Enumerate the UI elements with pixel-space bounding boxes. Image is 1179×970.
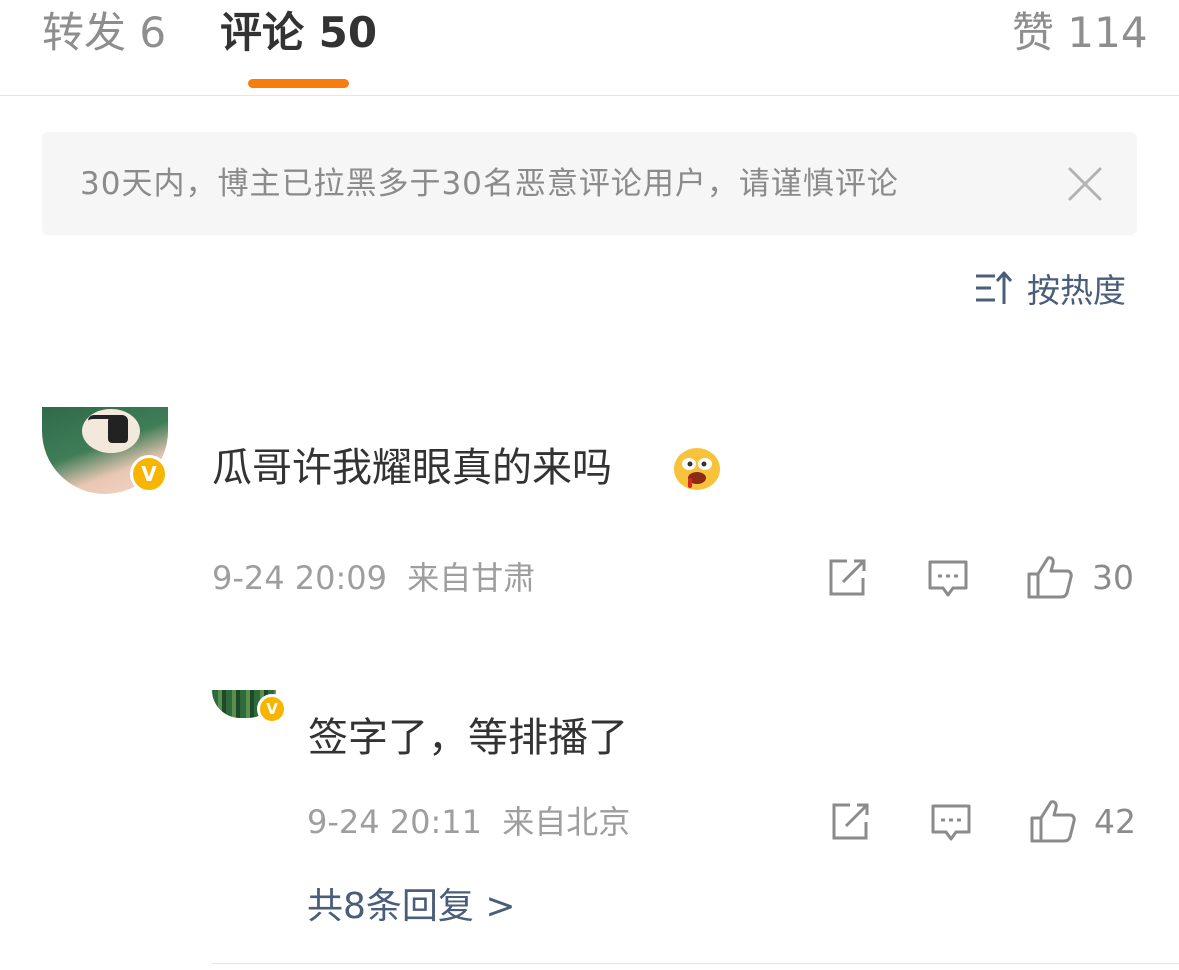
reply-meta: 9-24 20:11 来自北京 [307, 802, 630, 842]
sort-label: 按热度 [1027, 271, 1126, 310]
notice-banner: 30天内，博主已拉黑多于30名恶意评论用户，请谨慎评论 [42, 132, 1137, 235]
tab-likes[interactable]: 赞 114 [1012, 8, 1148, 58]
verified-badge-icon: V [130, 455, 168, 493]
tab-repost-label: 转发 [42, 8, 127, 57]
comment-icon[interactable] [929, 800, 973, 844]
like-icon[interactable] [1029, 798, 1077, 844]
header-divider [0, 95, 1179, 96]
sort-by-hot-button[interactable]: 按热度 [975, 266, 1126, 310]
emoji-icon [672, 445, 722, 491]
tab-comments[interactable]: 评论 50 [220, 8, 377, 58]
like-count: 30 [1092, 558, 1134, 597]
reply-date: 9-24 20:11 [307, 803, 483, 841]
more-replies-link[interactable]: 共8条回复 > [307, 883, 516, 931]
tab-repost[interactable]: 转发 6 [42, 8, 166, 58]
close-icon[interactable] [1066, 165, 1104, 203]
active-tab-indicator [248, 79, 349, 88]
comment-meta: 9-24 20:09 来自甘肃 [212, 558, 535, 598]
avatar-glasses [88, 415, 128, 431]
notice-text: 30天内，博主已拉黑多于30名恶意评论用户，请谨慎评论 [80, 166, 899, 202]
share-icon[interactable] [828, 800, 872, 844]
sort-icon [975, 270, 1013, 306]
share-icon[interactable] [825, 556, 869, 600]
comment-date: 9-24 20:09 [212, 559, 388, 597]
reply-location: 来自北京 [502, 803, 631, 841]
comment-icon[interactable] [926, 556, 970, 600]
like-icon[interactable] [1026, 554, 1074, 600]
tab-likes-label: 赞 [1012, 8, 1055, 57]
tab-likes-count: 114 [1067, 8, 1148, 57]
tab-comments-label: 评论 [220, 8, 305, 57]
divider [212, 963, 1179, 964]
comment-location: 来自甘肃 [407, 559, 536, 597]
reply-text: 签字了，等排播了 [308, 715, 628, 761]
verified-badge-icon: V [257, 694, 287, 724]
tab-comments-count: 50 [318, 8, 378, 57]
like-count: 42 [1094, 802, 1136, 841]
tab-repost-count: 6 [139, 8, 167, 57]
comment-text: 瓜哥许我耀眼真的来吗 [212, 445, 612, 491]
